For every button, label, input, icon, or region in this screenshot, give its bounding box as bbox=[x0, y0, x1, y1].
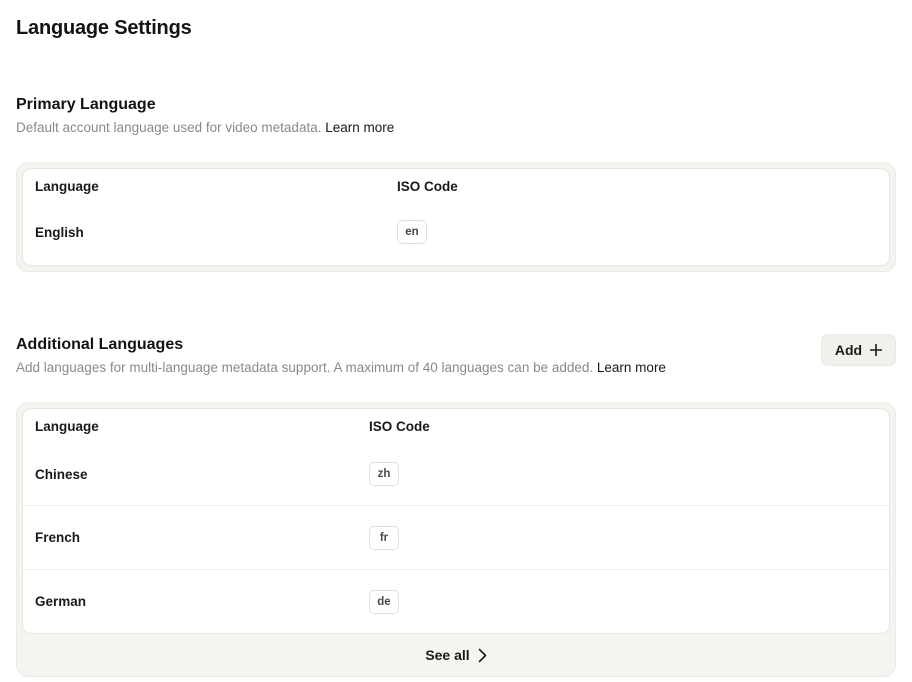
additional-learn-more-link[interactable]: Learn more bbox=[597, 360, 666, 375]
table-row: Chinese zh bbox=[23, 443, 889, 505]
column-header-language: Language bbox=[35, 178, 99, 194]
additional-languages-title: Additional Languages bbox=[16, 336, 184, 353]
additional-description-text: Add languages for multi-language metadat… bbox=[16, 360, 594, 375]
primary-language-description: Default account language used for video … bbox=[16, 120, 394, 135]
iso-code-badge: fr bbox=[369, 525, 399, 550]
additional-languages-description: Add languages for multi-language metadat… bbox=[16, 360, 666, 375]
primary-learn-more-link[interactable]: Learn more bbox=[325, 120, 394, 135]
primary-table-card: Language ISO Code English en bbox=[22, 168, 890, 266]
language-name: English bbox=[35, 224, 84, 240]
additional-table-card: Language ISO Code Chinese zh French fr G… bbox=[22, 408, 890, 634]
table-row: German de bbox=[23, 569, 889, 633]
see-all-label: See all bbox=[425, 647, 470, 663]
page-title: Language Settings bbox=[16, 17, 192, 39]
column-header-language: Language bbox=[35, 418, 99, 434]
add-language-button[interactable]: Add bbox=[821, 334, 896, 366]
table-header: Language ISO Code bbox=[23, 409, 889, 443]
primary-description-text: Default account language used for video … bbox=[16, 120, 322, 135]
additional-languages-table: Language ISO Code Chinese zh French fr G… bbox=[16, 402, 896, 677]
iso-code-badge: en bbox=[397, 220, 427, 244]
language-name: German bbox=[35, 594, 87, 609]
primary-language-title: Primary Language bbox=[16, 96, 156, 113]
iso-code-badge: de bbox=[369, 589, 399, 614]
column-header-iso-code: ISO Code bbox=[369, 418, 430, 434]
iso-code-badge: zh bbox=[369, 462, 399, 486]
language-name: French bbox=[35, 530, 81, 545]
plus-icon bbox=[870, 344, 883, 356]
column-header-iso-code: ISO Code bbox=[397, 178, 458, 194]
see-all-button[interactable]: See all bbox=[22, 634, 890, 676]
language-name: Chinese bbox=[35, 466, 88, 482]
table-row: French fr bbox=[23, 505, 889, 569]
primary-language-table: Language ISO Code English en bbox=[16, 162, 896, 272]
add-button-label: Add bbox=[834, 342, 863, 358]
table-row: English en bbox=[23, 203, 889, 265]
chevron-right-icon bbox=[478, 648, 487, 663]
table-header: Language ISO Code bbox=[23, 169, 889, 203]
